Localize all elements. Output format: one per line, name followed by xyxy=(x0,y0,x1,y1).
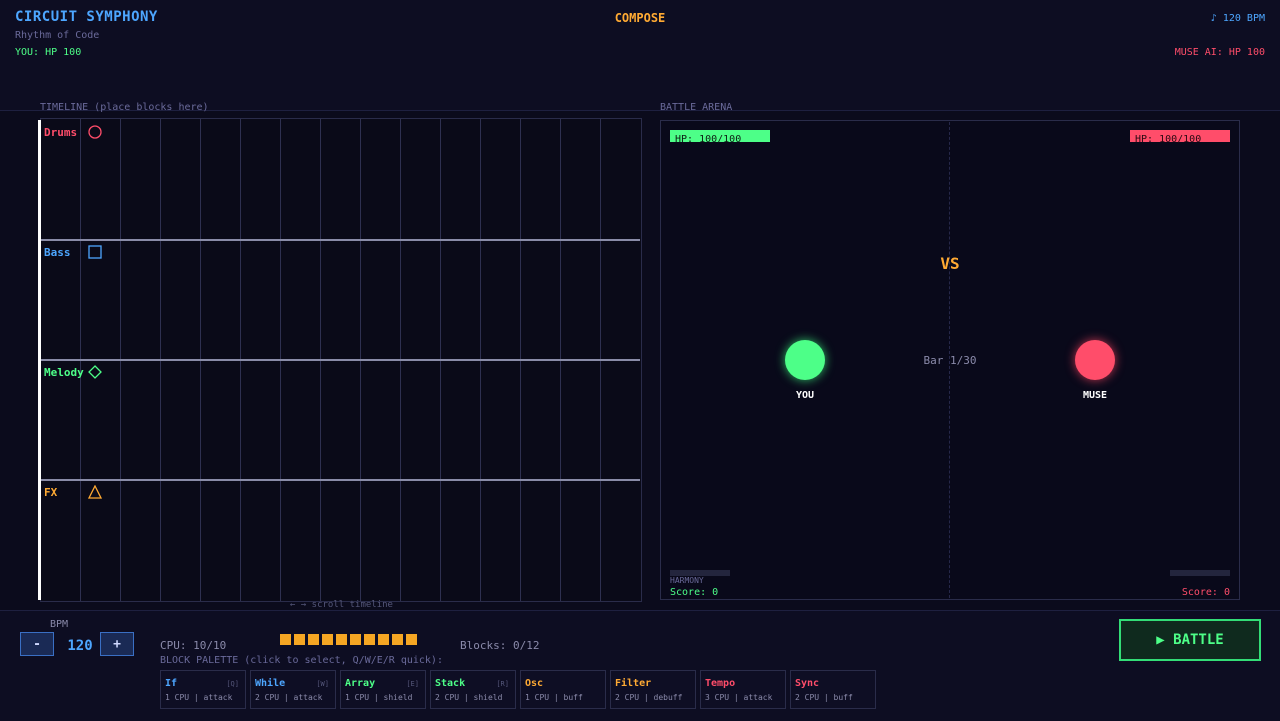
bpm-decrease-button[interactable]: - xyxy=(20,632,54,656)
cpu-segment xyxy=(322,634,333,645)
block-description: 1 CPU | attack xyxy=(165,693,233,702)
bar-counter: Bar 1/30 xyxy=(923,354,977,367)
block-name: Osc xyxy=(525,678,544,689)
mode-indicator: COMPOSE xyxy=(614,11,666,25)
vs-label: VS xyxy=(940,254,960,273)
palette-block-if[interactable]: If [Q] 1 CPU | attack xyxy=(160,670,246,709)
blocks-count: Blocks: 0/12 xyxy=(460,639,540,652)
enemy-score: Score: 0 xyxy=(1181,587,1230,598)
game-subtitle: Rhythm of Code xyxy=(15,30,100,41)
block-description: 2 CPU | debuff xyxy=(615,693,683,702)
palette-block-tempo[interactable]: Tempo 3 CPU | attack xyxy=(700,670,786,709)
track-divider xyxy=(41,359,640,361)
triangle-icon xyxy=(88,485,102,499)
block-description: 1 CPU | buff xyxy=(525,693,583,702)
cpu-text: CPU: 10/10 xyxy=(160,639,227,652)
cpu-segment xyxy=(280,634,291,645)
block-name: Stack xyxy=(435,678,466,689)
palette-block-array[interactable]: Array [E] 1 CPU | shield xyxy=(340,670,426,709)
block-hotkey: [Q] xyxy=(226,680,239,688)
track-divider xyxy=(41,239,640,241)
bpm-readout: ♪ 120 BPM xyxy=(1210,13,1265,24)
square-icon xyxy=(88,245,102,259)
block-description: 2 CPU | attack xyxy=(255,693,323,702)
cpu-segment xyxy=(364,634,375,645)
palette-block-while[interactable]: While [W] 2 CPU | attack xyxy=(250,670,336,709)
block-hotkey: [R] xyxy=(496,680,509,688)
palette-block-sync[interactable]: Sync 2 CPU | buff xyxy=(790,670,876,709)
cpu-segment xyxy=(378,634,389,645)
block-description: 2 CPU | shield xyxy=(435,693,503,702)
block-name: Sync xyxy=(795,678,820,689)
cpu-segment xyxy=(308,634,319,645)
harmony-label: HARMONY xyxy=(670,576,704,585)
enemy-name: MUSE xyxy=(1082,390,1108,401)
track-label-melody: Melody xyxy=(44,366,84,379)
block-name: Array xyxy=(345,678,376,689)
bpm-increase-button[interactable]: + xyxy=(100,632,134,656)
timeline-label: TIMELINE (place blocks here) xyxy=(40,102,209,113)
track-name: Drums xyxy=(44,126,78,139)
track-name: Bass xyxy=(44,246,71,259)
block-name: Tempo xyxy=(705,678,736,689)
palette-block-stack[interactable]: Stack [R] 2 CPU | shield xyxy=(430,670,516,709)
block-name: If xyxy=(165,678,178,689)
track-divider xyxy=(41,479,640,481)
diamond-icon xyxy=(88,365,102,379)
scroll-hint: ← → scroll timeline xyxy=(290,600,393,610)
enemy-avatar xyxy=(1075,340,1115,380)
battle-button[interactable]: ▶ BATTLE xyxy=(1119,619,1261,661)
block-hotkey: [W] xyxy=(316,680,329,688)
block-description: 3 CPU | attack xyxy=(705,693,773,702)
cpu-segment xyxy=(336,634,347,645)
enemy-hp-bar: HP: 100/100 xyxy=(1130,130,1230,145)
cpu-segment xyxy=(392,634,403,645)
bpm-label: BPM xyxy=(50,619,69,630)
block-name: While xyxy=(255,678,286,689)
block-description: 2 CPU | buff xyxy=(795,693,853,702)
cpu-segment xyxy=(350,634,361,645)
bpm-value: 120 xyxy=(67,638,93,654)
track-label-drums: Drums xyxy=(44,126,77,139)
player-hp-bar: HP: 100/100 xyxy=(670,130,770,145)
block-name: Filter xyxy=(615,678,652,689)
block-description: 1 CPU | shield xyxy=(345,693,413,702)
enemy-hp-bar-text: HP: 100/100 xyxy=(1135,134,1202,145)
player-avatar xyxy=(785,340,825,380)
palette-label: BLOCK PALETTE (click to select, Q/W/E/R … xyxy=(160,655,443,666)
track-name: Melody xyxy=(44,366,84,379)
game-title: CIRCUIT SYMPHONY xyxy=(15,9,158,25)
track-name: FX xyxy=(44,486,58,499)
block-hotkey: [E] xyxy=(406,680,419,688)
enemy-harmony-bar xyxy=(1170,570,1230,576)
circle-icon xyxy=(88,125,102,139)
player-hp-bar-text: HP: 100/100 xyxy=(675,134,742,145)
cpu-segment xyxy=(294,634,305,645)
cpu-segment xyxy=(406,634,417,645)
enemy-hp-text: MUSE AI: HP 100 xyxy=(1174,47,1265,58)
player-name: YOU xyxy=(795,390,815,401)
palette-block-filter[interactable]: Filter 2 CPU | debuff xyxy=(610,670,696,709)
arena-label: BATTLE ARENA xyxy=(660,102,733,113)
track-label-bass: Bass xyxy=(44,246,71,259)
player-hp-text: YOU: HP 100 xyxy=(15,47,82,58)
player-score: Score: 0 xyxy=(670,587,719,598)
palette-block-osc[interactable]: Osc 1 CPU | buff xyxy=(520,670,606,709)
track-label-fx: FX xyxy=(44,486,57,499)
